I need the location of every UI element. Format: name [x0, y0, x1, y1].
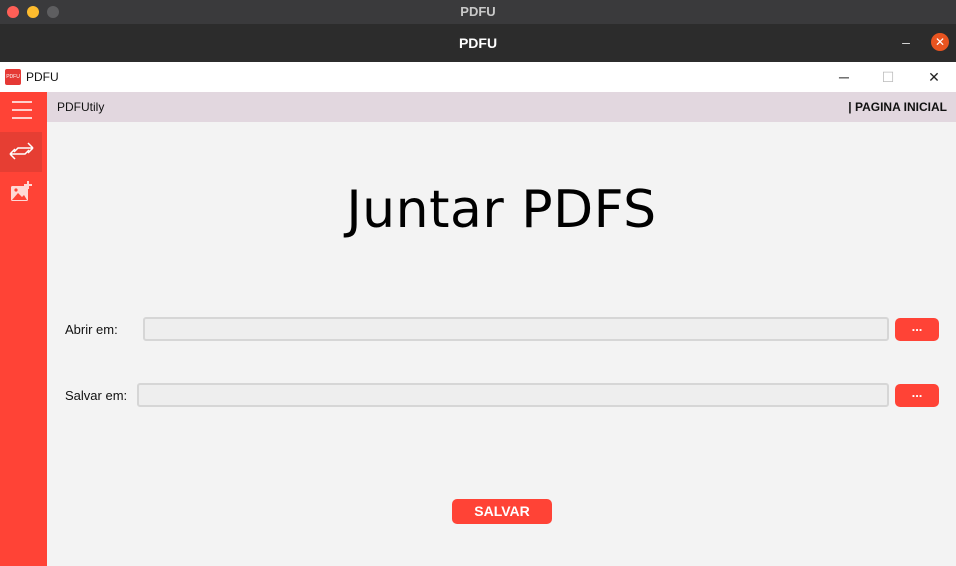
window-maximize-button[interactable]: ☐	[868, 62, 908, 92]
header-strip: PDFUtily | PAGINA INICIAL	[47, 92, 956, 122]
app-close-button[interactable]: ✕	[931, 33, 949, 51]
open-path-input[interactable]	[143, 317, 889, 341]
window-title: PDFU	[26, 70, 59, 84]
sidebar-menu-button[interactable]	[0, 92, 42, 132]
sidebar-item-image[interactable]	[0, 172, 42, 212]
window-close-button[interactable]: ✕	[914, 62, 954, 92]
app-header-bar: PDFU – ✕	[0, 24, 956, 62]
breadcrumb: | PAGINA INICIAL	[848, 100, 947, 114]
close-icon: ✕	[934, 35, 946, 49]
add-image-icon	[11, 181, 32, 201]
window-minimize-button[interactable]: ─	[824, 62, 864, 92]
os-title-bar: PDFU	[0, 0, 956, 24]
window-title-bar: PDFU PDFU ─ ☐ ✕	[0, 62, 956, 92]
open-browse-button[interactable]: ...	[895, 318, 939, 341]
swap-arrows-icon	[9, 142, 34, 160]
sidebar-item-merge[interactable]	[0, 132, 42, 172]
app-logo: PDFU	[5, 69, 21, 85]
open-label: Abrir em:	[65, 322, 118, 337]
brand-label: PDFUtily	[57, 100, 105, 114]
app-header-title: PDFU	[458, 35, 498, 51]
app-minimize-button[interactable]: –	[896, 32, 916, 52]
page-title: Juntar PDFS	[346, 180, 657, 240]
save-path-input[interactable]	[137, 383, 889, 407]
sidebar	[0, 92, 47, 566]
save-browse-button[interactable]: ...	[895, 384, 939, 407]
os-window-title: PDFU	[460, 4, 496, 19]
save-button[interactable]: SALVAR	[452, 499, 552, 524]
hamburger-menu-icon	[12, 101, 32, 119]
save-label: Salvar em:	[65, 388, 128, 403]
